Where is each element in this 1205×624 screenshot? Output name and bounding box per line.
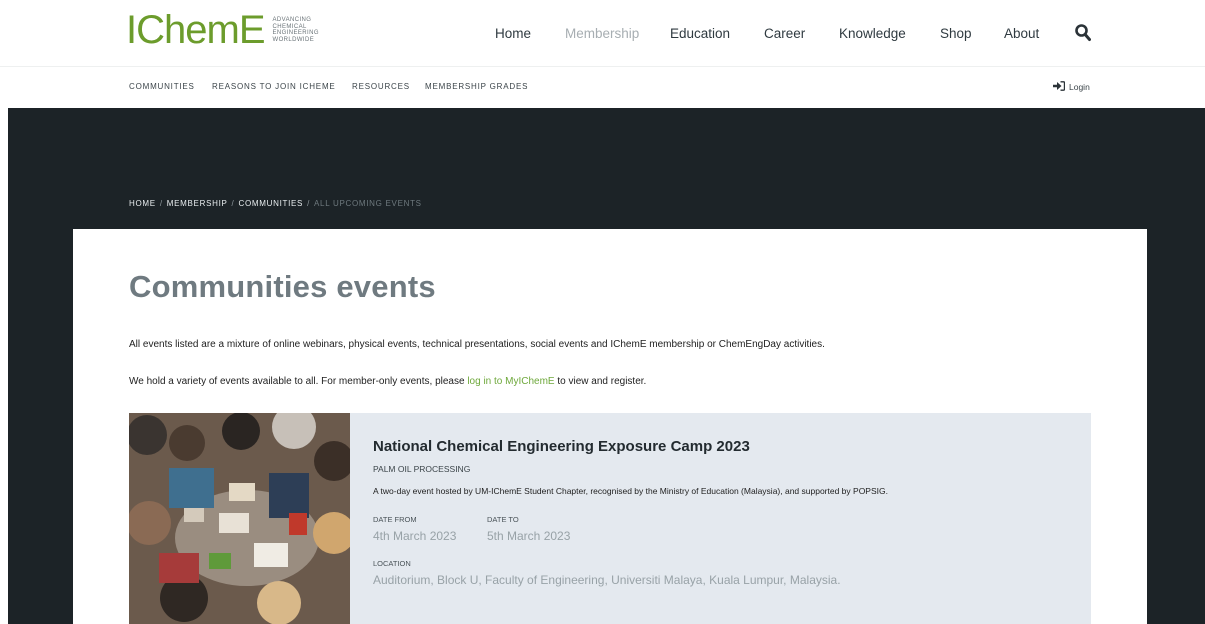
nav-membership[interactable]: Membership — [565, 26, 639, 41]
breadcrumb-separator: / — [307, 199, 311, 208]
breadcrumb: HOME / MEMBERSHIP / COMMUNITIES / ALL UPCOMING… — [129, 199, 422, 208]
top-header: IChemE ADVANCING CHEMICAL ENGINEERING WO… — [0, 0, 1205, 67]
subnav-resources[interactable]: RESOURCES — [352, 82, 410, 91]
nav-knowledge[interactable]: Knowledge — [839, 26, 906, 41]
nav-home[interactable]: Home — [495, 26, 531, 41]
nav-shop[interactable]: Shop — [940, 26, 972, 41]
date-to-label: DATE TO — [487, 515, 519, 524]
event-card[interactable]: National Chemical Engineering Exposure C… — [129, 413, 1091, 624]
intro-text-part: to view and register. — [554, 376, 647, 387]
login-mychemme-link[interactable]: log in to MyIChemE — [467, 376, 554, 387]
breadcrumb-home[interactable]: HOME — [129, 199, 156, 208]
subnav-communities[interactable]: COMMUNITIES — [129, 82, 195, 91]
intro-text-part: We hold a variety of events available to… — [129, 376, 468, 387]
nav-career[interactable]: Career — [764, 26, 805, 41]
event-category: PALM OIL PROCESSING — [373, 464, 471, 474]
breadcrumb-separator: / — [231, 199, 235, 208]
logo-wordmark: IChemE — [126, 8, 265, 52]
date-from-label: DATE FROM — [373, 515, 417, 524]
icheme-logo[interactable]: IChemE ADVANCING CHEMICAL ENGINEERING WO… — [126, 10, 319, 50]
intro-text: All events listed are a mixture of onlin… — [129, 339, 825, 350]
page-title: Communities events — [129, 269, 436, 304]
location-value: Auditorium, Block U, Faculty of Engineer… — [373, 573, 841, 587]
breadcrumb-membership[interactable]: MEMBERSHIP — [167, 199, 228, 208]
logo-tagline-line: WORLDWIDE — [272, 36, 315, 43]
event-description: A two-day event hosted by UM-IChemE Stud… — [373, 486, 888, 496]
breadcrumb-communities[interactable]: COMMUNITIES — [238, 199, 303, 208]
login-label: Login — [1069, 82, 1090, 92]
sub-nav: COMMUNITIES REASONS TO JOIN ICHEME RESOU… — [0, 67, 1205, 107]
nav-about[interactable]: About — [1004, 26, 1039, 41]
date-from-value: 4th March 2023 — [373, 529, 457, 543]
subnav-reasons-to-join[interactable]: REASONS TO JOIN ICHEME — [212, 82, 336, 91]
location-label: LOCATION — [373, 559, 411, 568]
content-card: Communities events All events listed are… — [73, 229, 1147, 624]
intro-text-login: We hold a variety of events available to… — [129, 376, 646, 387]
nav-education[interactable]: Education — [670, 26, 730, 41]
search-icon[interactable] — [1075, 24, 1091, 42]
sign-in-icon — [1053, 81, 1066, 93]
breadcrumb-current: ALL UPCOMING EVENTS — [314, 199, 422, 208]
breadcrumb-separator: / — [159, 199, 163, 208]
event-image — [129, 413, 350, 624]
subnav-membership-grades[interactable]: MEMBERSHIP GRADES — [425, 82, 528, 91]
date-to-value: 5th March 2023 — [487, 529, 571, 543]
logo-tagline: ADVANCING CHEMICAL ENGINEERING WORLDWIDE — [273, 17, 319, 43]
event-title[interactable]: National Chemical Engineering Exposure C… — [373, 438, 750, 455]
login-link[interactable]: Login — [1053, 81, 1090, 93]
